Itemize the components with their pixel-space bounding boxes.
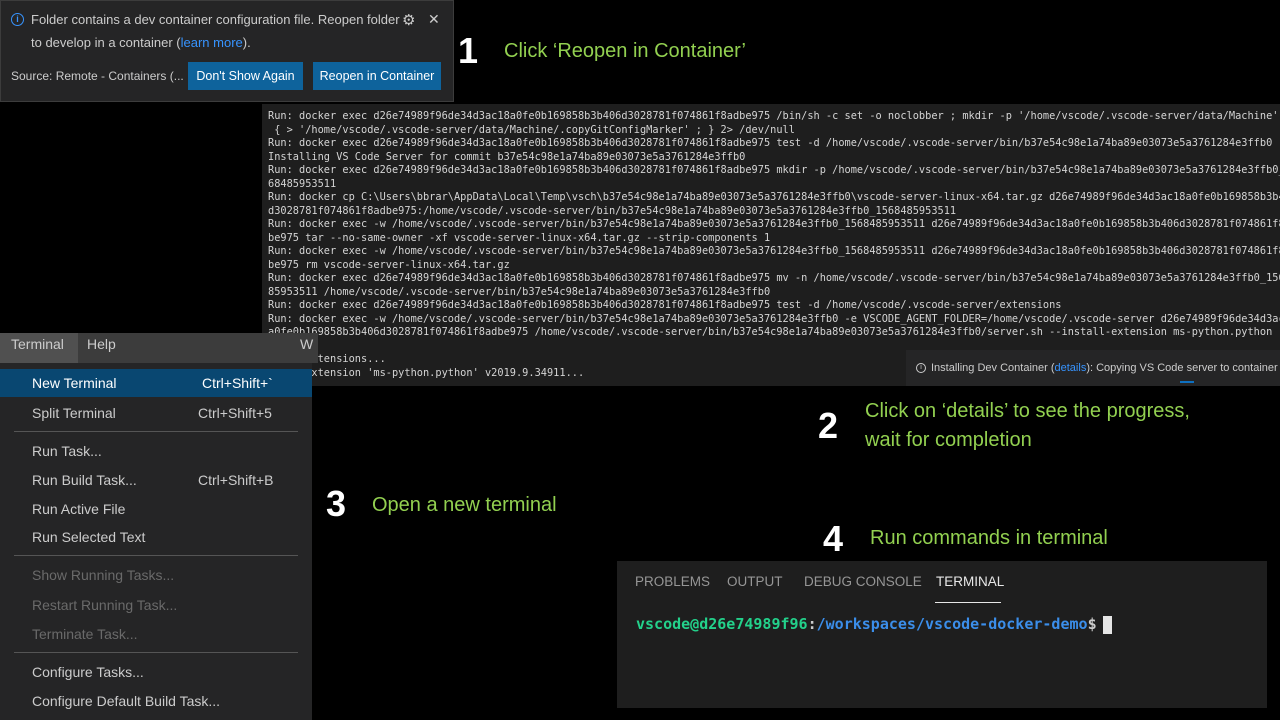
tab-debug-console[interactable]: DEBUG CONSOLE [804,574,922,589]
prompt-user-host: vscode@d26e74989f96 [636,615,808,633]
step-text-1: Click ‘Reopen in Container’ [504,40,746,62]
menu-separator [14,431,298,432]
log-line: d3028781f074861f8adbe975:/home/vscode/.v… [268,204,957,217]
notification-toast: i Folder contains a dev container config… [0,0,454,102]
tab-problems[interactable]: PROBLEMS [635,574,710,589]
log-line: 85953511 /home/vscode/.vscode-server/bin… [268,285,771,298]
log-line: { > '/home/vscode/.vscode-server/data/Ma… [268,123,795,136]
menu-item-run-task[interactable]: Run Task... [0,437,312,465]
log-line: 68485953511 [268,177,337,190]
menu-item-restart-running-task[interactable]: Restart Running Task... [0,591,312,619]
gear-icon[interactable]: ⚙ [402,11,415,29]
menu-item-new-terminal[interactable]: New Terminal Ctrl+Shift+` [0,369,312,397]
log-line: be975 rm vscode-server-linux-x64.tar.gz [268,258,510,271]
menu-item-terminate-task[interactable]: Terminate Task... [0,620,312,648]
menu-separator [14,652,298,653]
dev-container-status: i Installing Dev Container (details): Cop… [906,350,1280,386]
log-line: be975 tar --no-same-owner -xf vscode-ser… [268,231,771,244]
menu-item-run-active-file[interactable]: Run Active File [0,495,312,523]
step-number-1: 1 [458,30,479,71]
step-text-2a: Click on ‘details’ to see the progress, [865,400,1190,422]
menu-window[interactable]: W [300,333,313,355]
menu-item-split-terminal[interactable]: Split Terminal Ctrl+Shift+5 [0,399,312,427]
log-line: Run: docker exec d26e74989f96de34d3ac18a… [268,137,1273,149]
active-tab-indicator [935,602,1001,603]
log-line: lling extension 'ms-python.python' v2019… [268,366,585,379]
log-line: Installing VS Code Server for commit b37… [268,150,746,163]
info-icon: i [916,363,926,374]
log-line: Run: docker exec -w /home/vscode/.vscode… [268,218,1280,230]
log-line: Run: docker exec -w /home/vscode/.vscode… [268,312,1280,325]
notification-message-line2: to develop in a container (learn more). [31,35,251,50]
menu-item-configure-tasks[interactable]: Configure Tasks... [0,658,312,686]
info-icon: i [11,13,24,26]
step-number-4: 4 [823,518,844,559]
menu-item-show-running-tasks[interactable]: Show Running Tasks... [0,561,312,589]
log-line: Run: docker cp C:\Users\bbrar\AppData\Lo… [268,191,1280,203]
close-icon[interactable]: ✕ [428,11,440,28]
menu-item-configure-default-build-task[interactable]: Configure Default Build Task... [0,687,312,715]
log-line: Run: docker exec d26e74989f96de34d3ac18a… [268,299,1062,311]
terminal-panel: PROBLEMS OUTPUT DEBUG CONSOLE TERMINAL v… [617,561,1267,708]
details-link[interactable]: details [1055,362,1087,374]
log-line: Run: docker exec d26e74989f96de34d3ac18a… [268,272,1280,284]
menu-terminal[interactable]: Terminal [0,333,78,363]
tab-output[interactable]: OUTPUT [727,574,783,589]
prompt-path: /workspaces/vscode-docker-demo [816,615,1088,633]
step-number-3: 3 [326,483,347,524]
terminal-prompt[interactable]: vscode@d26e74989f96:/workspaces/vscode-d… [636,615,1112,634]
log-line: Run: docker exec d26e74989f96de34d3ac18a… [268,164,1280,176]
learn-more-link[interactable]: learn more [181,35,243,50]
step-text-2b: wait for completion [865,429,1032,451]
menu-separator [14,555,298,556]
reopen-in-container-button[interactable]: Reopen in Container [313,62,441,90]
terminal-menu: New Terminal Ctrl+Shift+` Split Terminal C… [0,363,312,720]
log-line: Run: docker exec -w /home/vscode/.vscode… [268,245,1280,257]
step-text-4: Run commands in terminal [870,527,1108,549]
notification-source: Source: Remote - Containers (... [11,69,184,83]
notification-message: Folder contains a dev container configur… [31,12,400,27]
dev-container-log: Run: docker exec d26e74989f96de34d3ac18a… [262,104,1280,386]
log-line: a0fe0b169858b3b406d3028781f074861f8adbe9… [268,326,1280,338]
progress-indicator [1180,381,1194,383]
step-number-2: 2 [818,405,839,446]
menu-help[interactable]: Help [87,333,116,355]
terminal-cursor [1102,615,1112,634]
menu-item-run-build-task[interactable]: Run Build Task... Ctrl+Shift+B [0,466,312,494]
menu-item-run-selected-text[interactable]: Run Selected Text [0,523,312,551]
step-text-3: Open a new terminal [372,494,557,516]
menu-bar: Terminal Help W [0,333,318,363]
log-line: Run: docker exec d26e74989f96de34d3ac18a… [268,110,1280,122]
tab-terminal[interactable]: TERMINAL [936,574,1004,589]
dont-show-again-button[interactable]: Don't Show Again [188,62,303,90]
